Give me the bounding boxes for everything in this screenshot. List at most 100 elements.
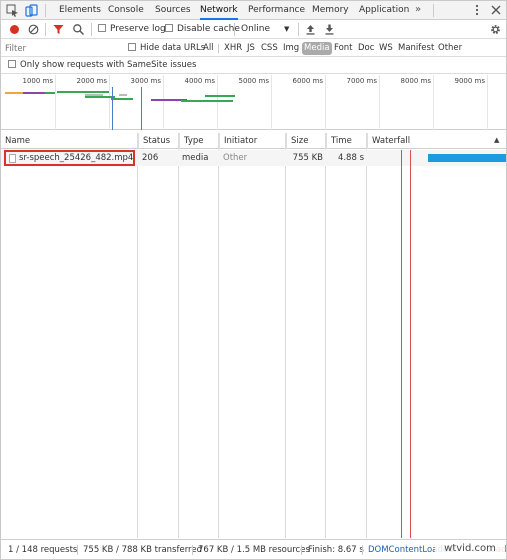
waterfall-bar [428, 154, 506, 162]
overview-gridline [163, 75, 164, 130]
toolbar-divider [91, 23, 92, 36]
overview-load-line [141, 87, 142, 130]
request-count: 1 / 148 requests [8, 545, 78, 555]
overview-timeline[interactable]: 1000 ms 2000 ms 3000 ms 4000 ms 5000 ms … [1, 75, 506, 130]
tab-application[interactable]: Application [359, 1, 409, 20]
column-header-time[interactable]: Time [326, 133, 367, 149]
request-initiator: Other [223, 153, 248, 163]
export-har-icon[interactable] [323, 23, 336, 36]
overview-gridline [379, 75, 380, 130]
status-divider [192, 545, 193, 555]
finish-time: Finish: 8.67 s [308, 545, 364, 555]
filter-type-other[interactable]: Other [438, 42, 462, 55]
request-status: 206 [142, 153, 159, 163]
request-table-body: sr-speech_25426_482.mp4 206 media Other … [1, 150, 506, 538]
overview-gridline [217, 75, 218, 130]
toolbar-divider [234, 23, 235, 36]
overview-gridline [271, 75, 272, 130]
overview-tick-label: 6000 ms [292, 77, 323, 85]
close-icon[interactable] [490, 4, 502, 16]
filter-type-doc[interactable]: Doc [358, 42, 374, 55]
overview-request-bar [181, 100, 233, 102]
column-header-size[interactable]: Size [286, 133, 326, 149]
sort-ascending-icon[interactable]: ▲ [494, 136, 499, 144]
throttle-select[interactable]: Online [241, 20, 270, 39]
filter-icon[interactable] [52, 23, 65, 36]
inspect-element-icon[interactable] [6, 4, 19, 17]
tab-console[interactable]: Console [108, 1, 144, 20]
toolbar-divider [45, 23, 46, 36]
import-har-icon[interactable] [304, 23, 317, 36]
toolbar-divider [298, 23, 299, 36]
overview-tick-label: 1000 ms [22, 77, 53, 85]
record-icon[interactable] [8, 23, 21, 36]
filter-type-xhr[interactable]: XHR [224, 42, 242, 55]
load-line [410, 150, 411, 538]
tab-sources[interactable]: Sources [155, 1, 191, 20]
gear-icon[interactable] [489, 23, 502, 36]
clear-icon[interactable] [27, 23, 40, 36]
checkbox-box [165, 24, 173, 32]
overview-gridline [109, 75, 110, 130]
column-header-waterfall[interactable]: Waterfall [367, 133, 506, 149]
table-row[interactable]: sr-speech_25426_482.mp4 206 media Other … [1, 150, 506, 166]
filter-type-img[interactable]: Img [283, 42, 299, 55]
filter-type-font[interactable]: Font [334, 42, 353, 55]
status-divider [301, 545, 302, 555]
chevron-down-icon[interactable]: ▼ [284, 20, 289, 39]
column-header-initiator[interactable]: Initiator [219, 133, 286, 149]
overview-tick-label: 7000 ms [346, 77, 377, 85]
filter-type-media[interactable]: Media [302, 42, 332, 55]
filter-type-manifest[interactable]: Manifest [398, 42, 434, 55]
tab-performance[interactable]: Performance [248, 1, 305, 20]
status-divider [77, 545, 78, 555]
filter-divider [218, 44, 219, 53]
tab-network[interactable]: Network [200, 1, 238, 20]
overview-tick-label: 4000 ms [184, 77, 215, 85]
search-icon[interactable] [72, 23, 85, 36]
overview-tick-label: 5000 ms [238, 77, 269, 85]
tab-divider [45, 4, 46, 17]
checkbox-box [8, 60, 16, 68]
tab-elements[interactable]: Elements [59, 1, 101, 20]
samesite-checkbox[interactable]: Only show requests with SameSite issues [1, 58, 506, 74]
tab-memory[interactable]: Memory [312, 1, 349, 20]
overview-domcontentloaded-line [112, 87, 113, 130]
throttle-value: Online [241, 24, 271, 34]
column-header-type[interactable]: Type [179, 133, 219, 149]
watermark: wtvid.com [435, 541, 505, 557]
preserve-log-label: Preserve log [110, 24, 166, 34]
checkbox-box [98, 24, 106, 32]
overview-gridline [325, 75, 326, 130]
request-size: 755 KB [292, 153, 323, 163]
overview-tick-label: 2000 ms [76, 77, 107, 85]
column-header-name[interactable]: Name [1, 133, 138, 149]
resources-size: 767 KB / 1.5 MB resources [198, 545, 310, 555]
domcontentloaded-line [401, 150, 402, 538]
hide-data-urls-label: Hide data URLs [140, 43, 206, 53]
transferred-size: 755 KB / 788 KB transferred [83, 545, 202, 555]
overview-request-bar [57, 91, 109, 93]
column-header-status[interactable]: Status [138, 133, 179, 149]
preserve-log-checkbox[interactable]: Preserve log [98, 20, 166, 39]
filter-type-css[interactable]: CSS [261, 42, 278, 55]
hide-data-urls-checkbox[interactable]: Hide data URLs [128, 42, 205, 55]
overview-tick-label: 9000 ms [454, 77, 485, 85]
status-bar: 1 / 148 requests 755 KB / 788 KB transfe… [1, 539, 507, 559]
overview-tick-label: 3000 ms [130, 77, 161, 85]
disable-cache-label: Disable cache [177, 24, 240, 34]
more-tabs-button[interactable]: » [415, 1, 421, 19]
filter-type-ws[interactable]: WS [379, 42, 393, 55]
request-time: 4.88 s [337, 153, 364, 163]
filter-type-all[interactable]: All [203, 42, 214, 55]
disable-cache-checkbox[interactable]: Disable cache [165, 20, 240, 39]
filter-input[interactable] [5, 42, 119, 55]
overview-gridline [487, 75, 488, 130]
request-table-header: Name Status Type Initiator Size Time Wat… [1, 133, 506, 149]
checkbox-box [128, 43, 136, 51]
filter-type-js[interactable]: JS [247, 42, 255, 55]
kebab-menu-icon[interactable] [471, 4, 483, 16]
device-toolbar-icon[interactable] [25, 4, 38, 17]
highlight-box [4, 150, 135, 166]
request-type: media [182, 153, 209, 163]
